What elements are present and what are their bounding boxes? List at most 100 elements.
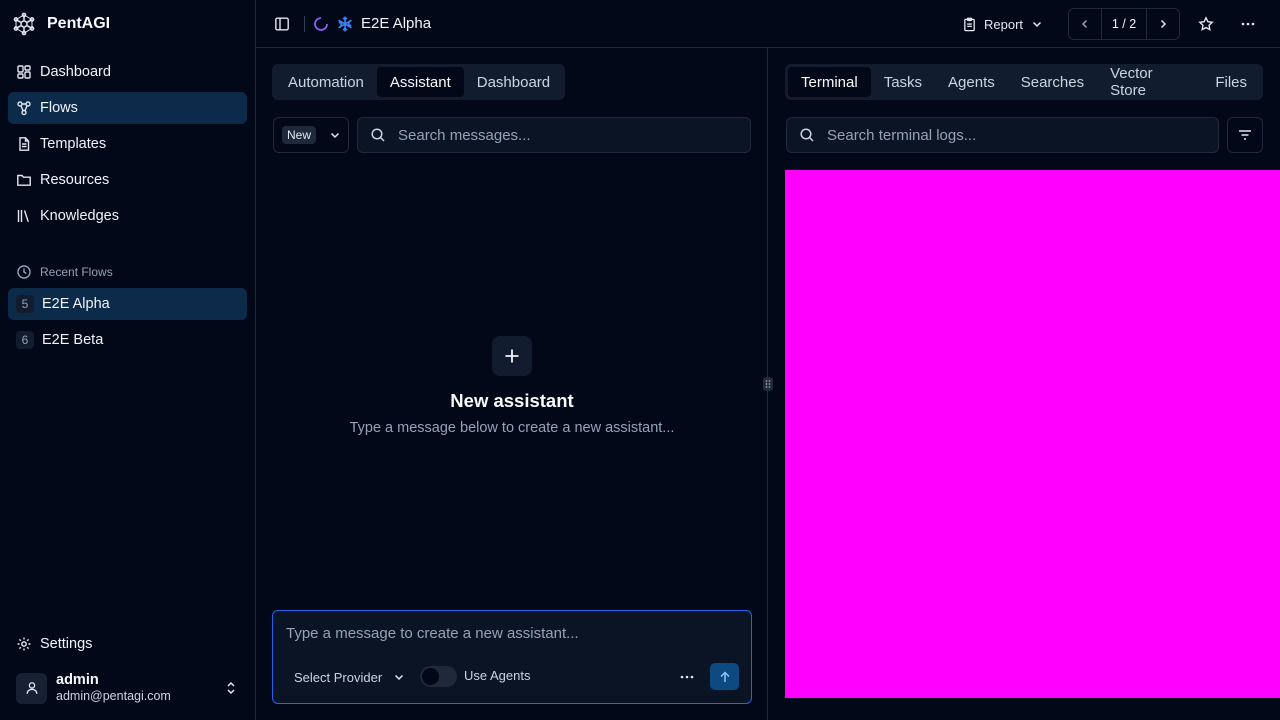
recent-flow-item[interactable]: 6 E2E Beta [8, 324, 247, 356]
header: E2E Alpha Report 1 / 2 [256, 0, 1280, 48]
use-agents-label: Use Agents [464, 668, 531, 683]
filter-button[interactable] [1227, 117, 1263, 153]
chevron-down-icon [392, 670, 406, 684]
empty-title: New assistant [450, 390, 574, 411]
flow-title: E2E Alpha [361, 15, 432, 32]
chevron-down-icon [328, 128, 342, 142]
tab-agents[interactable]: Agents [935, 67, 1008, 97]
recent-flows-label: Recent Flows [40, 265, 113, 279]
resize-handle[interactable] [763, 377, 773, 391]
flow-pager: 1 / 2 [1068, 8, 1180, 40]
sidebar-item-dashboard[interactable]: Dashboard [8, 56, 247, 88]
search-icon [370, 127, 386, 143]
sidebar-item-label: Knowledges [40, 208, 119, 224]
toggle-knob [422, 668, 439, 685]
star-icon [1198, 16, 1214, 32]
sidebar-item-flows[interactable]: Flows [8, 92, 247, 124]
sidebar-item-label: Dashboard [40, 64, 111, 80]
plus-icon [503, 347, 521, 365]
chevron-left-icon [1078, 17, 1092, 31]
sidebar-item-templates[interactable]: Templates [8, 128, 247, 160]
sidebar-item-label: Resources [40, 172, 110, 188]
sidebar-item-knowledges[interactable]: Knowledges [8, 200, 247, 232]
chevrons-up-down-icon [224, 680, 238, 696]
page-indicator: 1 / 2 [1101, 9, 1147, 39]
snowflake-icon [336, 15, 354, 33]
search-icon [799, 127, 815, 143]
empty-state: New assistant Type a message below to cr… [272, 336, 752, 436]
report-label: Report [984, 16, 1024, 32]
search-terminal-input[interactable] [827, 126, 1157, 144]
report-button[interactable]: Report [962, 12, 1044, 36]
header-divider [304, 16, 305, 32]
filter-icon [1237, 127, 1253, 143]
workflow-icon [16, 100, 32, 116]
library-icon [16, 208, 32, 224]
pentagi-logo-icon [12, 12, 36, 36]
gear-icon [16, 636, 32, 652]
favorite-button[interactable] [1194, 12, 1218, 36]
sidebar-item-label: Flows [40, 100, 78, 116]
file-text-icon [16, 136, 32, 152]
loading-spinner-icon [313, 16, 329, 32]
brand-name: PentAGI [47, 15, 111, 32]
user-name: admin [56, 672, 99, 688]
search-messages-input[interactable] [398, 126, 728, 144]
tab-dashboard[interactable]: Dashboard [464, 67, 563, 97]
send-button[interactable] [710, 663, 739, 690]
user-menu[interactable]: admin admin@pentagi.com [16, 670, 244, 706]
tab-automation[interactable]: Automation [275, 67, 377, 97]
tab-assistant[interactable]: Assistant [376, 67, 464, 97]
assistant-select[interactable]: New [273, 117, 349, 153]
provider-label: Select Provider [294, 669, 383, 685]
message-search [357, 117, 751, 153]
clock-icon [16, 264, 32, 280]
chevron-down-icon [1030, 17, 1044, 31]
message-input[interactable] [286, 625, 736, 649]
recent-flow-label: E2E Alpha [42, 296, 110, 312]
use-agents-toggle[interactable] [420, 666, 457, 687]
panel-tabs: Terminal Tasks Agents Searches Vector St… [785, 64, 1263, 100]
more-horizontal-icon [679, 669, 695, 685]
message-composer: Select Provider Use Agents [272, 610, 752, 704]
new-badge: New [282, 126, 317, 144]
user-email: admin@pentagi.com [56, 689, 171, 703]
tab-searches[interactable]: Searches [1008, 67, 1097, 97]
recent-flows-heading: Recent Flows [16, 263, 113, 281]
previous-button[interactable] [1069, 9, 1101, 39]
tab-files[interactable]: Files [1202, 67, 1260, 97]
brand[interactable]: PentAGI [12, 12, 110, 36]
empty-subtitle: Type a message below to create a new ass… [349, 420, 675, 436]
folder-icon [16, 172, 32, 188]
tab-vector-store[interactable]: Vector Store [1097, 65, 1202, 99]
assistant-tabs: Automation Assistant Dashboard [272, 64, 565, 100]
sidebar-item-resources[interactable]: Resources [8, 164, 247, 196]
next-button[interactable] [1147, 9, 1179, 39]
sidebar-item-settings[interactable]: Settings [8, 628, 247, 660]
composer-more-button[interactable] [675, 665, 699, 689]
more-options-button[interactable] [1236, 12, 1260, 36]
tab-tasks[interactable]: Tasks [871, 67, 935, 97]
recent-flow-item[interactable]: 5 E2E Alpha [8, 288, 247, 320]
avatar [16, 672, 47, 704]
user-icon [25, 681, 39, 695]
flow-number-badge: 5 [16, 295, 34, 313]
clipboard-icon [962, 17, 977, 32]
toggle-sidebar-button[interactable] [270, 12, 294, 36]
dashboard-icon [16, 64, 32, 80]
panel-left-icon [274, 16, 290, 32]
arrow-up-icon [718, 670, 732, 684]
more-horizontal-icon [1240, 16, 1256, 32]
sidebar: PentAGI Dashboard Flows Templates Resour… [0, 0, 256, 720]
tab-terminal[interactable]: Terminal [788, 67, 871, 97]
sidebar-item-label: Templates [40, 136, 107, 152]
provider-select[interactable]: Select Provider [294, 667, 406, 687]
new-assistant-button[interactable] [492, 336, 532, 376]
terminal-view[interactable] [785, 170, 1280, 698]
flow-number-badge: 6 [16, 331, 34, 349]
chevron-right-icon [1156, 17, 1170, 31]
sidebar-item-label: Settings [40, 636, 93, 652]
recent-flow-label: E2E Beta [42, 332, 104, 348]
grip-vertical-icon [765, 379, 771, 389]
terminal-search [786, 117, 1219, 153]
